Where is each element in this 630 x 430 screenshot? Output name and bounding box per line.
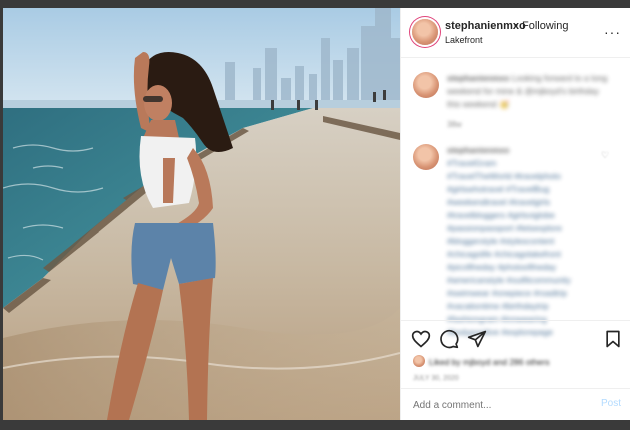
save-bookmark-icon[interactable] (603, 329, 623, 349)
comment-input[interactable] (413, 397, 583, 413)
window-top-border (0, 0, 630, 8)
hashtag-comment: stephanienmxo #TravelGram #TravelTheWorl… (447, 145, 571, 337)
comment-like-icon[interactable]: ♡ (601, 150, 609, 161)
post-side-panel: stephanienmxo • Following Lakefront ··· … (400, 8, 630, 420)
post-header: stephanienmxo • Following Lakefront ··· (401, 8, 630, 58)
avatar[interactable] (412, 19, 438, 45)
following-button[interactable]: Following (522, 20, 568, 32)
more-options-icon[interactable]: ··· (604, 24, 621, 40)
location-link[interactable]: Lakefront (445, 35, 483, 45)
post-photo[interactable] (3, 8, 400, 420)
comment-bubble-icon[interactable] (439, 329, 459, 349)
separator-dot: • (514, 20, 518, 32)
like-heart-icon[interactable] (411, 329, 431, 349)
post-date: JULY 30, 2020 (413, 375, 459, 382)
window-bottom-border (0, 420, 630, 430)
lakefront-photo (3, 8, 400, 420)
caption-avatar[interactable] (413, 72, 439, 98)
post-comment-button[interactable]: Post (601, 398, 621, 409)
share-paper-plane-icon[interactable] (467, 329, 487, 349)
likes-count[interactable]: Liked by mjboyd and 286 others (429, 357, 550, 367)
comment-avatar[interactable] (413, 144, 439, 170)
caption-text: stephanienmxo Looking forward to a long … (447, 73, 608, 109)
caption-time: 38w (447, 120, 462, 129)
post-actions: Liked by mjboyd and 286 others JULY 30, … (401, 320, 630, 386)
add-comment-bar: Post (401, 388, 630, 420)
comments-area[interactable]: stephanienmxo Looking forward to a long … (401, 58, 630, 337)
liker-avatar[interactable] (413, 355, 425, 367)
